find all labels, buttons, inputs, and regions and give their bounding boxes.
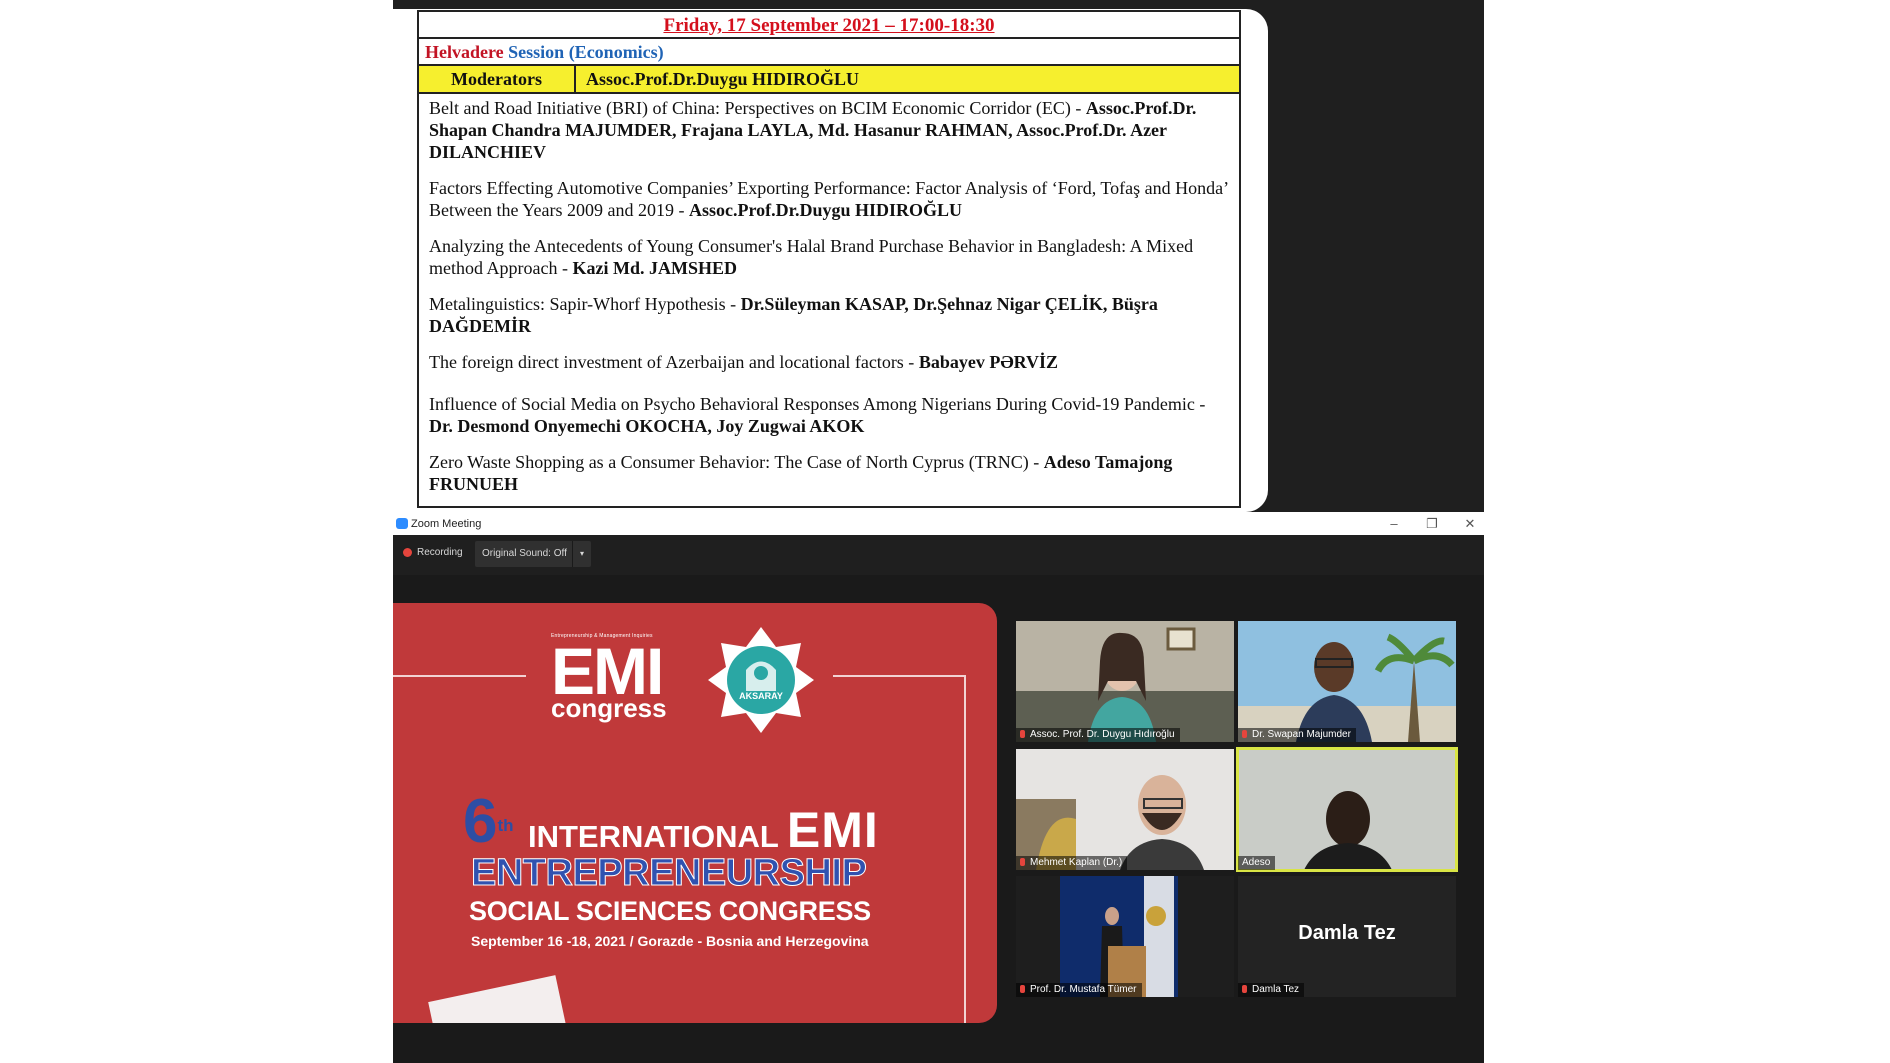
paper-title: Influence of Social Media on Psycho Beha… (429, 394, 1206, 414)
participant-video-tile[interactable]: Prof. Dr. Mustafa Tümer (1016, 876, 1234, 997)
paper-authors: Babayev PƏRVİZ (918, 352, 1058, 372)
window-title: Zoom Meeting (411, 518, 482, 530)
banner-divider (393, 675, 526, 677)
zoom-app-icon (396, 518, 408, 529)
paper-item: Zero Waste Shopping as a Consumer Behavi… (429, 451, 1229, 495)
participant-name: Adeso (1238, 856, 1276, 870)
aksaray-seal-icon (708, 627, 814, 733)
participant-name: Mehmet Kaplan (Dr.) (1016, 856, 1128, 870)
congress-dates: September 16 -18, 2021 / Gorazde - Bosni… (471, 933, 869, 949)
recording-dot-icon (403, 547, 412, 557)
mic-muted-icon (1242, 985, 1247, 993)
mic-muted-icon (1242, 730, 1247, 738)
participant-video-tile[interactable]: Mehmet Kaplan (Dr.) (1016, 749, 1234, 870)
paper-title: The foreign direct investment of Azerbai… (429, 352, 915, 372)
emi-congress-logo: EMI congress (551, 634, 679, 723)
edition-number: 6th (463, 791, 514, 853)
chevron-down-icon[interactable]: ▾ (572, 541, 591, 567)
restore-button[interactable]: ❐ (1417, 513, 1447, 535)
participant-display-name: Damla Tez (1298, 922, 1396, 944)
paper-title: Metalinguistics: Sapir-Whorf Hypothesis … (429, 294, 737, 314)
paper-item: Analyzing the Antecedents of Young Consu… (429, 235, 1229, 279)
session-topic: (Economics) (568, 42, 664, 62)
paper-item: Influence of Social Media on Psycho Beha… (429, 393, 1229, 437)
ordinal-suffix: th (497, 816, 514, 835)
international-word: INTERNATIONAL (528, 819, 779, 854)
participant-video (1238, 621, 1456, 742)
banner-divider (833, 675, 966, 677)
paper-item: The foreign direct investment of Azerbai… (429, 351, 1229, 373)
participant-video-tile[interactable]: Assoc. Prof. Dr. Duygu Hıdıroğlu (1016, 621, 1234, 742)
participant-tile-no-video[interactable]: Damla Tez Damla Tez (1238, 876, 1456, 997)
participant-name: Damla Tez (1238, 983, 1305, 997)
emi-word: EMI (786, 802, 879, 858)
international-heading: INTERNATIONAL EMI (528, 805, 879, 855)
recording-indicator[interactable]: Recording (403, 547, 463, 558)
paper-authors: Kazi Md. JAMSHED (572, 258, 737, 278)
ordinal-number: 6 (463, 787, 498, 856)
minimize-button[interactable]: – (1379, 513, 1409, 535)
participant-video (1238, 749, 1456, 870)
moderator-row: Moderators Assoc.Prof.Dr.Duygu HIDIROĞLU (419, 66, 1239, 94)
schedule-table: Friday, 17 September 2021 – 17:00-18:30 … (417, 10, 1241, 508)
participant-name: Prof. Dr. Mustafa Tümer (1016, 983, 1142, 997)
entrepreneurship-heading: ENTREPRENEURSHIP (470, 852, 867, 894)
participant-name: Dr. Swapan Majumder (1238, 728, 1356, 742)
moderator-name: Assoc.Prof.Dr.Duygu HIDIROĞLU (576, 66, 1239, 92)
banner-divider (964, 675, 966, 1023)
participant-video (1016, 876, 1234, 997)
zoom-window: Zoom Meeting – ❐ ✕ Recording Original So… (393, 513, 1484, 1063)
paper-decoration (428, 975, 568, 1023)
paper-list: Belt and Road Initiative (BRI) of China:… (419, 94, 1239, 495)
session-title: Helvadere Session (Economics) (419, 39, 1239, 66)
paper-item: Belt and Road Initiative (BRI) of China:… (429, 97, 1229, 163)
original-sound-label: Original Sound: Off (482, 548, 567, 559)
participant-name: Assoc. Prof. Dr. Duygu Hıdıroğlu (1016, 728, 1180, 742)
emi-logo-text: EMI (551, 634, 664, 708)
moderators-label: Moderators (419, 66, 576, 92)
paper-item: Factors Effecting Automotive Companies’ … (429, 177, 1229, 221)
window-titlebar: Zoom Meeting – ❐ ✕ (393, 513, 1484, 535)
paper-authors: Assoc.Prof.Dr.Duygu HIDIROĞLU (688, 200, 962, 220)
mic-muted-icon (1020, 858, 1025, 866)
session-prefix: Helvadere (425, 42, 504, 62)
participant-video (1016, 621, 1234, 742)
paper-title: Zero Waste Shopping as a Consumer Behavi… (429, 452, 1040, 472)
session-name: Session (508, 42, 565, 62)
congress-logo-text: congress (551, 693, 667, 723)
participant-video-tile[interactable]: Dr. Swapan Majumder (1238, 621, 1456, 742)
schedule-slide: Friday, 17 September 2021 – 17:00-18:30 … (393, 9, 1268, 512)
paper-item: Metalinguistics: Sapir-Whorf Hypothesis … (429, 293, 1229, 337)
mic-muted-icon (1020, 985, 1025, 993)
active-speaker-video-tile[interactable]: Adeso (1236, 747, 1458, 872)
shared-screen: Friday, 17 September 2021 – 17:00-18:30 … (393, 0, 1484, 512)
paper-title: Analyzing the Antecedents of Young Consu… (429, 236, 1194, 278)
recording-label: Recording (417, 547, 463, 558)
congress-banner-video[interactable]: Entrepreneurship & Management Inquiries … (393, 603, 997, 1023)
original-sound-button[interactable]: Original Sound: Off ▾ (475, 541, 591, 567)
close-button[interactable]: ✕ (1455, 513, 1485, 535)
schedule-date: Friday, 17 September 2021 – 17:00-18:30 (419, 12, 1239, 39)
participant-video (1016, 749, 1234, 870)
meeting-toolbar: Recording Original Sound: Off ▾ (393, 535, 1484, 575)
mic-muted-icon (1020, 730, 1025, 738)
social-sciences-heading: SOCIAL SCIENCES CONGRESS (469, 896, 871, 926)
paper-title: Belt and Road Initiative (BRI) of China:… (429, 98, 1082, 118)
paper-authors: Dr. Desmond Onyemechi OKOCHA, Joy Zugwai… (429, 416, 865, 436)
seal-label: AKSARAY (739, 691, 783, 701)
